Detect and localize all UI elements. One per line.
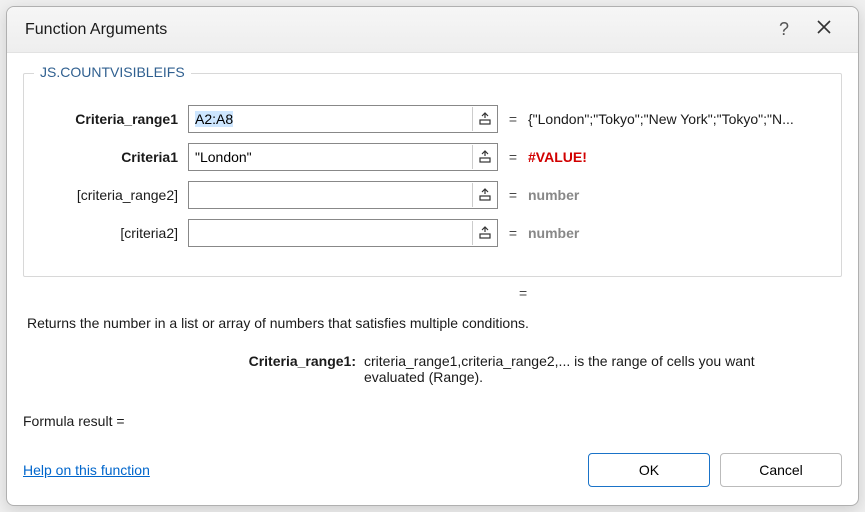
formula-result-label: Formula result = (23, 413, 125, 429)
close-icon[interactable] (804, 19, 844, 40)
arg-row: Criteria_range1 ={"London";"Tokyo";"New Y… (38, 104, 827, 134)
arg-input-wrap (188, 181, 498, 209)
arg-label: [criteria_range2] (38, 187, 188, 203)
arg-label: Criteria1 (38, 149, 188, 165)
current-arg-text: criteria_range1,criteria_range2,... is t… (364, 353, 838, 385)
cancel-button[interactable]: Cancel (720, 453, 842, 487)
ok-button[interactable]: OK (588, 453, 710, 487)
equals-sign: = (498, 149, 528, 165)
arg-preview: {"London";"Tokyo";"New York";"Tokyo";"N.… (528, 111, 827, 127)
equals-sign: = (498, 187, 528, 203)
arg-preview: number (528, 225, 827, 241)
arg-input-wrap (188, 219, 498, 247)
collapse-dialog-icon[interactable] (472, 145, 496, 169)
arg-row: [criteria2] =number (38, 218, 827, 248)
help-icon[interactable]: ? (764, 19, 804, 40)
function-name: JS.COUNTVISIBLEIFS (34, 64, 191, 80)
arg-preview: number (528, 187, 827, 203)
arg-input[interactable] (188, 105, 498, 133)
collapse-dialog-icon[interactable] (472, 221, 496, 245)
inline-result-eq: = (27, 285, 838, 309)
arg-preview: #VALUE! (528, 149, 827, 165)
arg-input[interactable] (188, 181, 498, 209)
collapse-dialog-icon[interactable] (472, 107, 496, 131)
arg-input[interactable] (188, 143, 498, 171)
arguments-group: JS.COUNTVISIBLEIFS Criteria_range1={"Lon… (23, 73, 842, 277)
current-arg-name: Criteria_range1: (27, 353, 364, 385)
function-arguments-dialog: Function Arguments ? JS.COUNTVISIBLEIFS … (6, 6, 859, 506)
dialog-title: Function Arguments (25, 21, 167, 39)
arg-input-wrap (188, 105, 498, 133)
arg-row: Criteria1 =#VALUE! (38, 142, 827, 172)
arg-input[interactable] (188, 219, 498, 247)
arg-row: [criteria_range2] =number (38, 180, 827, 210)
equals-sign: = (498, 111, 528, 127)
equals-sign: = (498, 225, 528, 241)
formula-result: Formula result = (23, 413, 842, 429)
function-description: Returns the number in a list or array of… (27, 315, 838, 331)
arg-label: Criteria_range1 (38, 111, 188, 127)
titlebar: Function Arguments ? (7, 7, 858, 53)
arg-input-wrap (188, 143, 498, 171)
collapse-dialog-icon[interactable] (472, 183, 496, 207)
help-link[interactable]: Help on this function (23, 462, 150, 478)
description-area: = Returns the number in a list or array … (23, 277, 842, 385)
arg-label: [criteria2] (38, 225, 188, 241)
